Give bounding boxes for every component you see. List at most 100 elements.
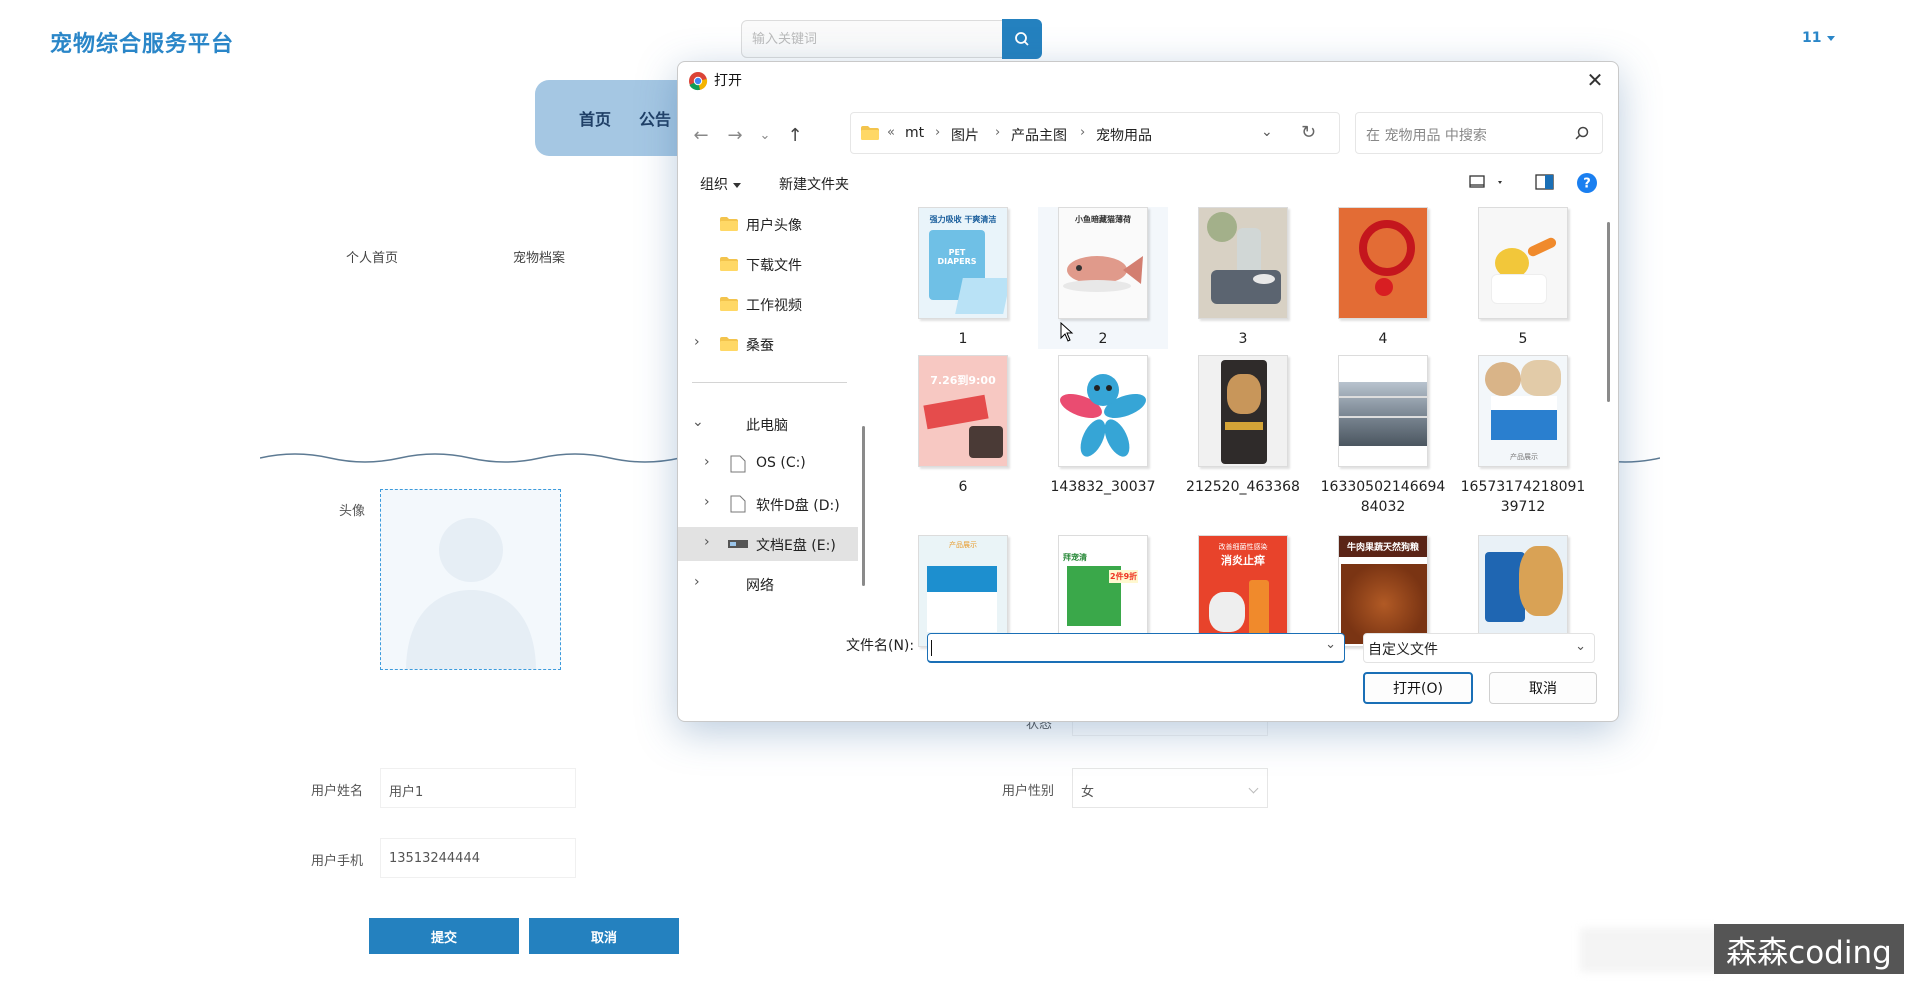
user-menu[interactable]: 11 bbox=[1802, 30, 1836, 46]
help-icon[interactable]: ? bbox=[1576, 172, 1598, 194]
sidebar-item-user-avatar[interactable]: 用户头像 bbox=[678, 207, 858, 241]
drive-icon bbox=[730, 495, 746, 513]
file-item-8[interactable]: 212520_463368 bbox=[1178, 355, 1308, 515]
arrow-left-icon: ← bbox=[693, 124, 709, 146]
nav-item-home[interactable]: 首页 bbox=[579, 106, 611, 130]
phone-input[interactable]: 13513244444 bbox=[380, 838, 576, 878]
filetype-select[interactable]: 自定义文件 ⌄ bbox=[1363, 633, 1595, 663]
view-options-icon[interactable] bbox=[1468, 172, 1508, 192]
sidebar-item-this-pc[interactable]: ⌄ 此电脑 bbox=[678, 407, 858, 441]
file-name: 1 bbox=[958, 331, 968, 347]
folder-icon bbox=[720, 257, 738, 271]
sidebar-item-work-videos[interactable]: 工作视频 bbox=[678, 287, 858, 321]
cancel-button[interactable]: 取消 bbox=[529, 918, 679, 954]
sidebar-scrollbar[interactable] bbox=[862, 426, 865, 586]
submit-button[interactable]: 提交 bbox=[369, 918, 519, 954]
sidebar-item-drive-d[interactable]: › 软件D盘 (D:) bbox=[678, 487, 858, 521]
file-item-6[interactable]: 7.26到9:00 6 bbox=[898, 355, 1028, 515]
file-item-4[interactable]: 4 bbox=[1318, 207, 1448, 355]
chevron-down-icon[interactable]: ⌄ bbox=[1325, 637, 1336, 652]
chevron-down-icon[interactable]: ⌄ bbox=[692, 414, 704, 430]
file-item-5[interactable]: 5 bbox=[1458, 207, 1588, 355]
recent-locations-button[interactable]: ⌄ bbox=[752, 122, 778, 148]
close-icon: ✕ bbox=[1586, 68, 1604, 92]
brand-title[interactable]: 宠物综合服务平台 bbox=[50, 26, 234, 58]
sidebar-item-drive-e[interactable]: › 文档E盘 (E:) bbox=[678, 527, 858, 561]
filename-input[interactable]: ⌄ bbox=[927, 633, 1345, 663]
breadcrumb-item[interactable]: mt bbox=[905, 125, 924, 141]
file-item-9[interactable]: 1633050214669484032 bbox=[1318, 355, 1448, 515]
breadcrumb-item[interactable]: 宠物用品 bbox=[1096, 125, 1152, 145]
sidebar-divider bbox=[692, 382, 847, 383]
sidebar-item-drive-c[interactable]: › OS (C:) bbox=[678, 447, 858, 481]
name-input[interactable]: 用户1 bbox=[380, 768, 576, 808]
dog-food-caption: 牛肉果蔬天然狗粮 bbox=[1339, 536, 1427, 557]
forward-button[interactable]: → bbox=[722, 122, 748, 148]
sidebar-item-network[interactable]: › 网络 bbox=[678, 567, 858, 601]
green-box-caption: 拜宠清 bbox=[1063, 553, 1087, 562]
thumbnail-red-collar bbox=[1338, 207, 1428, 319]
address-bar[interactable]: « mt › 图片 › 产品主图 › 宠物用品 ⌄ ↻ bbox=[850, 112, 1340, 154]
thumbnail-green-box: 拜宠清 2件9折 bbox=[1058, 535, 1148, 647]
file-name: 3 bbox=[1238, 331, 1248, 347]
organize-label: 组织 bbox=[700, 177, 728, 193]
text-caret bbox=[931, 640, 932, 656]
back-button[interactable]: ← bbox=[688, 122, 714, 148]
dialog-title: 打开 bbox=[714, 73, 742, 89]
file-item-3[interactable]: 3 bbox=[1178, 207, 1308, 355]
breadcrumb-overflow[interactable]: « bbox=[887, 125, 895, 140]
sidebar-item-label: OS (C:) bbox=[756, 455, 806, 471]
nav-item-notice[interactable]: 公告 bbox=[639, 106, 671, 130]
file-grid-scrollbar[interactable] bbox=[1607, 222, 1610, 402]
file-item-10[interactable]: 产品展示 1657317421809139712 bbox=[1458, 355, 1588, 515]
folder-icon bbox=[861, 126, 879, 140]
diapers-caption: 强力吸收 干爽清洁 bbox=[929, 215, 997, 224]
breadcrumb-item[interactable]: 产品主图 bbox=[1011, 125, 1067, 145]
sidebar-item-silkworm[interactable]: › 桑蚕 bbox=[678, 327, 858, 361]
dialog-titlebar[interactable]: 打开 ✕ bbox=[678, 62, 1618, 98]
fish-caption: 小鱼暗藏猫薄荷 bbox=[1075, 215, 1131, 224]
sidebar-item-label: 工作视频 bbox=[746, 298, 802, 314]
thumbnail-blue-box: 产品展示 bbox=[918, 535, 1008, 647]
avatar-label: 头像 bbox=[339, 504, 366, 519]
thumbnail-cat-treats: 7.26到9:00 bbox=[918, 355, 1008, 467]
search-icon bbox=[1015, 32, 1029, 46]
search-input[interactable] bbox=[741, 20, 1004, 58]
dialog-search-input[interactable]: 在 宠物用品 中搜索 bbox=[1355, 112, 1603, 154]
spray-caption: 消炎止痒 bbox=[1221, 554, 1265, 567]
medicine-caption: 产品展示 bbox=[1510, 453, 1538, 461]
up-button[interactable]: ↑ bbox=[782, 122, 808, 148]
dialog-cancel-button[interactable]: 取消 bbox=[1489, 672, 1597, 704]
breadcrumb-item[interactable]: 图片 bbox=[951, 125, 979, 145]
caret-down-icon bbox=[1827, 35, 1836, 41]
subnav-pet-records[interactable]: 宠物档案 bbox=[513, 247, 565, 266]
chevron-right-icon[interactable]: › bbox=[694, 334, 700, 350]
breadcrumb-separator: › bbox=[995, 125, 1001, 140]
organize-menu[interactable]: 组织 bbox=[700, 174, 741, 194]
refresh-icon[interactable]: ↻ bbox=[1301, 122, 1316, 143]
file-item-2[interactable]: 小鱼暗藏猫薄荷 2 bbox=[1038, 207, 1168, 349]
avatar-upload[interactable] bbox=[380, 489, 561, 670]
address-dropdown-icon[interactable]: ⌄ bbox=[1261, 124, 1273, 140]
thumbnail-fish-toy: 小鱼暗藏猫薄荷 bbox=[1058, 207, 1148, 319]
close-button[interactable]: ✕ bbox=[1580, 66, 1610, 94]
gender-select[interactable]: 女 bbox=[1072, 768, 1268, 808]
file-name: 5 bbox=[1518, 331, 1528, 347]
open-button[interactable]: 打开(O) bbox=[1363, 672, 1473, 704]
file-item-1[interactable]: 强力吸收 干爽清洁 PET DIAPERS 1 bbox=[898, 207, 1028, 355]
file-name: 4 bbox=[1378, 331, 1388, 347]
sidebar-item-downloads[interactable]: 下载文件 bbox=[678, 247, 858, 281]
mouse-cursor-icon bbox=[1060, 322, 1074, 342]
chevron-right-icon[interactable]: › bbox=[704, 494, 710, 510]
subnav-profile[interactable]: 个人首页 bbox=[346, 247, 398, 266]
chevron-right-icon[interactable]: › bbox=[694, 574, 700, 590]
chevron-right-icon[interactable]: › bbox=[704, 534, 710, 550]
thumbnail-rubber-toy bbox=[1058, 355, 1148, 467]
new-folder-button[interactable]: 新建文件夹 bbox=[779, 174, 849, 194]
sidebar-item-label: 用户头像 bbox=[746, 218, 802, 234]
file-item-7[interactable]: 143832_30037 bbox=[1038, 355, 1168, 515]
gender-label: 用户性别 bbox=[1002, 784, 1055, 799]
search-button[interactable] bbox=[1002, 19, 1042, 59]
chevron-right-icon[interactable]: › bbox=[704, 454, 710, 470]
preview-pane-icon[interactable] bbox=[1534, 172, 1556, 192]
